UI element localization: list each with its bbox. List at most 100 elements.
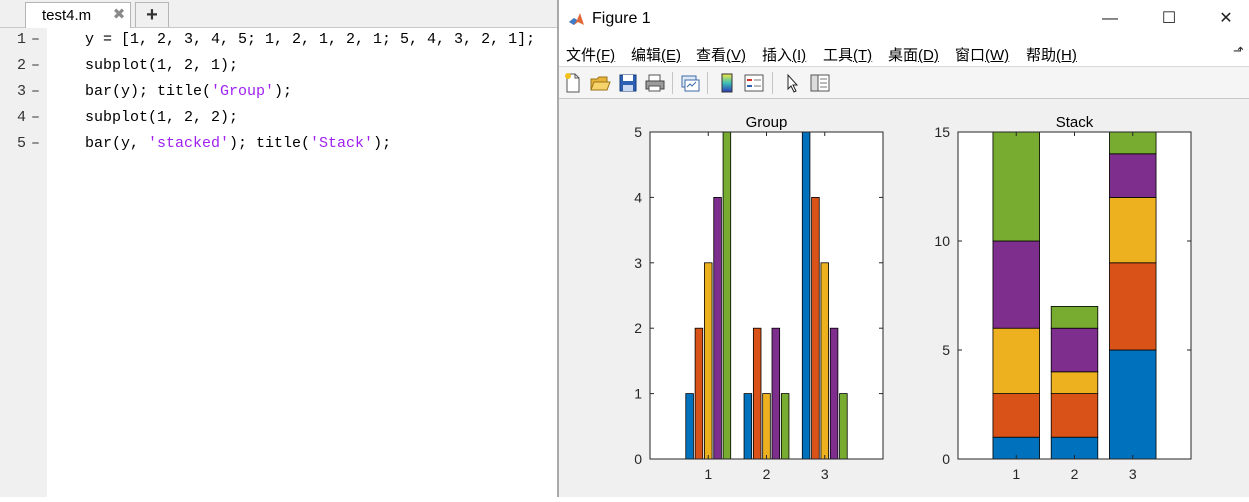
breakpoint-marker[interactable]: – <box>31 57 40 74</box>
save-icon[interactable] <box>617 72 639 94</box>
bar-segment[interactable] <box>992 393 1040 438</box>
line-number: 5 <box>17 135 27 152</box>
colorbar-icon[interactable] <box>716 72 738 94</box>
bar-segment[interactable] <box>1050 327 1099 373</box>
bar[interactable] <box>811 197 820 460</box>
menu-edit-label: 编辑 <box>631 47 662 64</box>
tab-test4-m[interactable]: test4.m ✖ <box>25 2 131 28</box>
bar[interactable] <box>722 131 732 460</box>
close-tab-icon[interactable]: ✖ <box>111 7 127 23</box>
menu-help-key: (H) <box>1056 47 1077 64</box>
breakpoint-marker[interactable]: – <box>31 109 40 126</box>
bar[interactable] <box>780 393 790 460</box>
x-tick-label: 3 <box>1129 466 1137 482</box>
code-token: subplot(1, 2, 2); <box>85 109 239 126</box>
menu-window-key: (W) <box>985 47 1010 64</box>
bar-segment[interactable] <box>1109 349 1157 460</box>
bar-segment[interactable] <box>992 131 1040 242</box>
menu-window-label: 窗口 <box>955 47 986 64</box>
property-inspector-icon[interactable] <box>809 72 831 94</box>
maximize-button[interactable]: ☐ <box>1146 4 1192 34</box>
menu-tools[interactable]: 工具(T) <box>823 44 872 65</box>
bar[interactable] <box>839 393 848 460</box>
figure-canvas[interactable]: 0 1 2 3 4 5 1 2 3 Group 0 5 10 15 1 2 3 Stack <box>559 100 1249 497</box>
bar-segment[interactable] <box>992 240 1040 329</box>
breakpoint-marker[interactable]: – <box>31 135 40 152</box>
menu-file-label: 文件 <box>566 47 597 64</box>
menu-edit[interactable]: 编辑(E) <box>631 44 681 65</box>
y-tick-label: 1 <box>634 386 642 402</box>
menu-view[interactable]: 查看(V) <box>696 44 746 65</box>
line-number: 1 <box>17 31 27 48</box>
tab-label: test4.m <box>42 7 92 24</box>
menu-desktop-label: 桌面 <box>888 47 919 64</box>
open-file-icon[interactable] <box>589 72 611 94</box>
code-token: y = [1, 2, 3, 4, 5; 1, 2, 1, 2, 1; 5, 4,… <box>85 31 536 48</box>
menu-insert-key: (I) <box>792 47 807 64</box>
bar[interactable] <box>694 327 704 460</box>
menu-view-label: 查看 <box>696 47 727 64</box>
menu-desktop-key: (D) <box>918 47 939 64</box>
menu-edit-key: (E) <box>661 47 682 64</box>
code-line[interactable]: 4– subplot(1, 2, 2); <box>0 106 557 132</box>
legend-icon[interactable] <box>743 72 765 94</box>
menu-window[interactable]: 窗口(W) <box>955 44 1009 65</box>
add-tab-button[interactable]: + <box>135 2 169 27</box>
minimize-button[interactable]: — <box>1087 4 1133 34</box>
bar[interactable] <box>704 262 713 460</box>
bar[interactable] <box>801 131 811 460</box>
code-editor[interactable]: test4.m ✖ + 1– y = [1, 2, 3, 4, 5; 1, 2, … <box>0 0 557 497</box>
bar-segment[interactable] <box>1050 371 1099 394</box>
code-token: ); <box>274 83 293 100</box>
menu-file[interactable]: 文件(F) <box>566 44 615 65</box>
menu-overflow-icon[interactable]: ⬏ <box>1233 43 1244 59</box>
toolbar-separator <box>672 72 673 94</box>
breakpoint-marker[interactable]: – <box>31 31 40 48</box>
print-icon[interactable] <box>644 72 666 94</box>
bar[interactable] <box>743 393 753 460</box>
menu-view-key: (V) <box>726 47 747 64</box>
line-number: 2 <box>17 57 27 74</box>
chart-title: Stack <box>1056 114 1094 131</box>
bar[interactable] <box>752 327 762 460</box>
bar[interactable] <box>713 197 722 460</box>
toolbar-separator <box>772 72 773 94</box>
y-tick-label: 5 <box>942 342 950 358</box>
bar[interactable] <box>820 262 829 460</box>
close-button[interactable]: ✕ <box>1203 4 1249 34</box>
y-tick-label: 4 <box>634 189 642 205</box>
code-text: subplot(1, 2, 2); <box>85 109 238 126</box>
code-line[interactable]: 5– bar(y, 'stacked'); title('Stack'); <box>0 132 557 158</box>
code-token: bar(y); title( <box>85 83 212 100</box>
menu-desktop[interactable]: 桌面(D) <box>888 44 939 65</box>
bar[interactable] <box>762 393 771 460</box>
bar-segment[interactable] <box>1109 153 1157 198</box>
y-tick-label: 0 <box>942 451 950 467</box>
line-number: 4 <box>17 109 27 126</box>
code-token: ); <box>373 135 392 152</box>
edit-plot-arrow-icon[interactable] <box>782 72 804 94</box>
matlab-logo-icon <box>568 11 585 28</box>
bar[interactable] <box>829 327 839 460</box>
menu-help[interactable]: 帮助(H) <box>1026 44 1077 65</box>
bar[interactable] <box>685 393 694 460</box>
code-line[interactable]: 2– subplot(1, 2, 1); <box>0 54 557 80</box>
menu-file-key: (F) <box>596 47 616 64</box>
new-figure-icon[interactable] <box>562 72 584 94</box>
bar-segment[interactable] <box>1109 197 1157 264</box>
code-line[interactable]: 1– y = [1, 2, 3, 4, 5; 1, 2, 1, 2, 1; 5, … <box>0 28 557 54</box>
bar-segment[interactable] <box>1109 262 1157 351</box>
code-line[interactable]: 3– bar(y); title('Group'); <box>0 80 557 106</box>
code-token: bar(y, <box>85 135 149 152</box>
bar-segment[interactable] <box>992 327 1040 394</box>
breakpoint-marker[interactable]: – <box>31 83 40 100</box>
bar-segment[interactable] <box>1050 393 1099 438</box>
window-title: Figure 1 <box>592 10 651 27</box>
link-plot-icon[interactable] <box>679 72 701 94</box>
bar-segment[interactable] <box>1050 305 1099 329</box>
menu-insert[interactable]: 插入(I) <box>762 44 806 65</box>
x-tick-label: 1 <box>1012 466 1020 482</box>
figure-window: Figure 1 — ☐ ✕ 文件(F) 编辑(E) 查看(V) 插入(I) 工… <box>559 0 1249 497</box>
code-text: subplot(1, 2, 1); <box>85 57 238 74</box>
bar[interactable] <box>771 327 781 460</box>
